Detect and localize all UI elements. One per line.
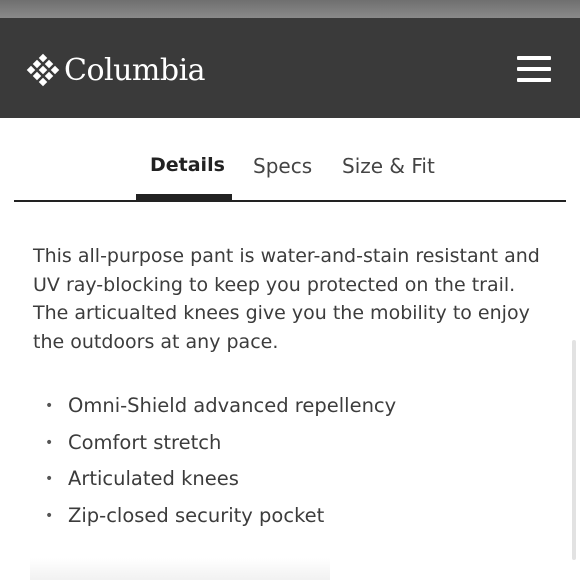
tab-details[interactable]: Details (150, 154, 225, 176)
feature-text: Articulated knees (68, 467, 239, 490)
site-header: Columbia (0, 18, 580, 118)
product-tabs: Details Specs Size & Fit (14, 138, 566, 202)
menu-bar (517, 56, 551, 60)
scrollbar[interactable] (572, 340, 576, 560)
menu-bar (517, 67, 551, 71)
columbia-diamond-logo-icon (26, 53, 60, 87)
bullet-icon: • (45, 471, 54, 487)
status-strip (0, 0, 580, 18)
list-item: • Zip-closed security pocket (33, 498, 553, 535)
tab-specs[interactable]: Specs (253, 154, 312, 178)
feature-text: Zip-closed security pocket (68, 503, 325, 527)
hamburger-menu-icon[interactable] (514, 54, 554, 84)
tab-size-fit[interactable]: Size & Fit (342, 154, 435, 178)
bullet-icon: • (45, 434, 54, 451)
list-item: • Comfort stretch (33, 425, 553, 462)
product-description: This all-purpose pant is water-and-stain… (33, 245, 540, 353)
list-item: • Omni-Shield advanced repellency (33, 388, 553, 425)
list-item: • Articulated knees (33, 461, 553, 498)
bullet-icon: • (45, 507, 54, 524)
brand-name: Columbia (64, 52, 206, 88)
feature-text: Omni-Shield advanced repellency (68, 394, 397, 417)
menu-bar (517, 78, 551, 82)
feature-list: • Omni-Shield advanced repellency • Comfor… (33, 388, 553, 534)
bullet-icon: • (45, 398, 54, 414)
brand-logo[interactable]: Columbia (26, 50, 206, 90)
feature-text: Comfort stretch (68, 430, 222, 454)
bottom-fade (30, 558, 330, 580)
active-tab-indicator (136, 194, 232, 200)
